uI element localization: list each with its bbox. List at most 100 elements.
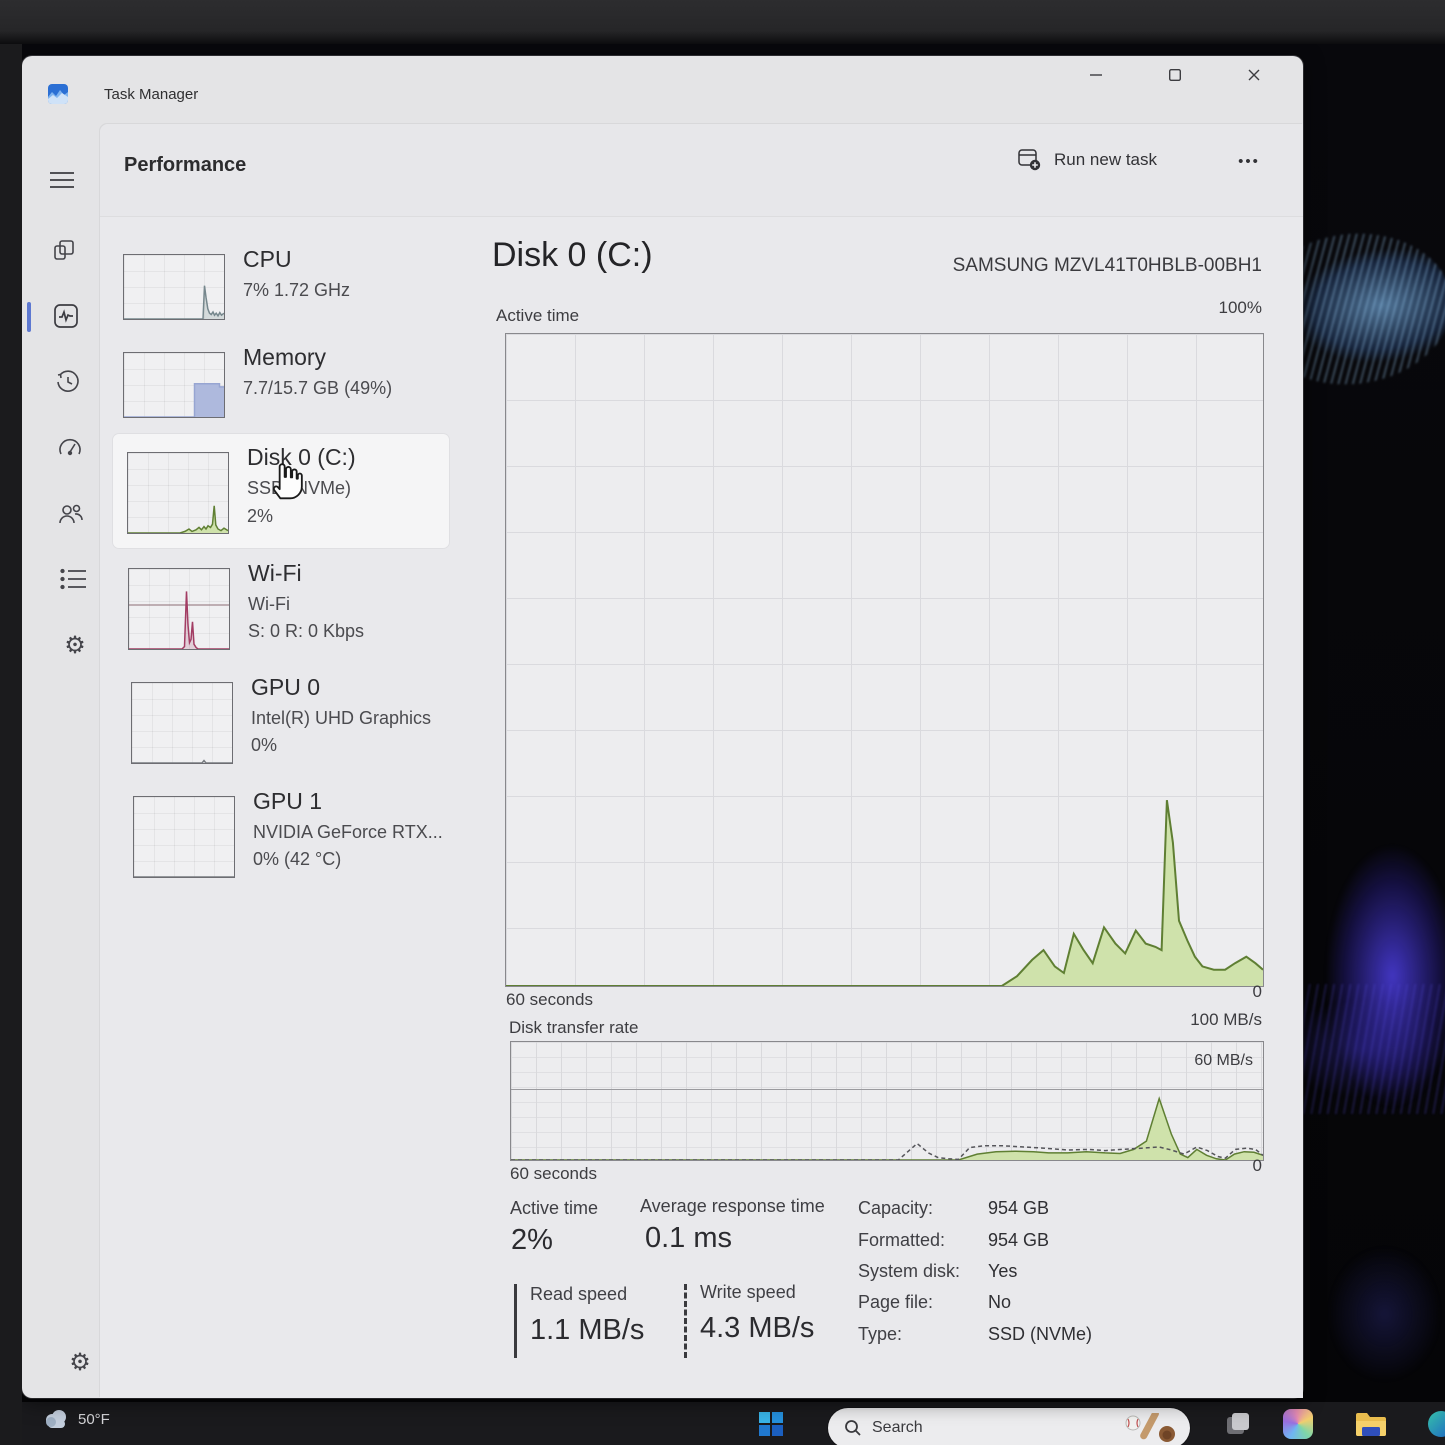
wallpaper-glow-lower [1302,1214,1445,1414]
weather-widget[interactable]: 50°F [42,1408,110,1430]
perf-row-line: S: 0 R: 0 Kbps [248,621,364,642]
users-icon [58,501,84,527]
weather-temp: 50°F [78,1411,110,1428]
active-time-x-right: 0 [1062,982,1262,1002]
sidebar-item-processes[interactable] [46,232,82,268]
active-time-x-left: 60 seconds [506,990,593,1010]
write-speed-value: 4.3 MB/s [700,1312,814,1345]
detail-title: Disk 0 (C:) [492,236,653,275]
minimize-button[interactable] [1056,58,1135,92]
kv-label: System disk: [858,1261,960,1282]
disk-mini-chart [127,452,229,534]
kv-value: 954 GB [988,1230,1049,1251]
perf-row-line: 7% 1.72 GHz [243,280,350,301]
read-speed-label: Read speed [530,1284,627,1305]
details-list-icon [60,568,86,590]
performance-icon [53,303,79,329]
kv-value: 954 GB [988,1198,1049,1219]
perf-row-line: Wi-Fi [248,594,290,615]
navigation-menu-button[interactable] [44,162,80,198]
edge-icon[interactable] [1426,1409,1445,1439]
write-speed-legend-bar [684,1284,687,1358]
gpu0-mini-chart [131,682,233,764]
read-speed-value: 1.1 MB/s [530,1314,644,1347]
run-new-task-icon [1018,149,1042,171]
perf-row-line: 7.7/15.7 GB (49%) [243,378,392,399]
sidebar-item-performance[interactable] [48,298,84,334]
sidebar-item-users[interactable] [53,496,89,532]
history-clock-icon [55,369,81,395]
perf-row-line: 2% [247,506,273,527]
task-view-icon[interactable] [1223,1409,1253,1439]
active-time-axis-label: Active time [496,306,579,326]
page-title: Performance [124,154,246,177]
maximize-button[interactable] [1135,58,1214,92]
sidebar-item-services[interactable]: ⚙ [57,627,93,663]
perf-row-line: SSD (NVMe) [247,478,351,499]
file-explorer-icon[interactable] [1354,1409,1388,1439]
wifi-mini-chart [128,568,230,650]
perf-row-line: 0% (42 °C) [253,849,341,870]
selected-indicator [27,302,31,332]
start-button[interactable] [758,1411,784,1437]
response-time-stat-label: Average response time [640,1196,825,1217]
kv-value: Yes [988,1261,1017,1282]
desktop-screen: 50°F Search [22,44,1445,1445]
perf-row-line: Intel(R) UHD Graphics [251,708,431,729]
content-card: Performance Run new task ••• CPU 7% 1.72… [100,124,1303,1398]
monitor-bezel [0,0,1445,44]
response-time-stat-value: 0.1 ms [645,1222,732,1255]
settings-gear-icon: ⚙ [69,1348,91,1377]
perf-row-line: 0% [251,735,277,756]
sidebar-item-app-history[interactable] [50,364,86,400]
services-gear-icon: ⚙ [64,631,86,660]
perf-row-title: Memory [243,344,326,371]
processes-icon [52,238,76,262]
close-button[interactable] [1214,58,1293,92]
gpu1-mini-chart [133,796,235,878]
transfer-rate-chart: 60 MB/s [510,1041,1264,1161]
run-new-task-label: Run new task [1054,150,1157,170]
hamburger-icon [50,171,74,189]
photo-canvas: 50°F Search [0,0,1445,1445]
active-time-chart [505,333,1264,987]
run-new-task-button[interactable]: Run new task [1002,138,1173,182]
gauge-icon [57,435,83,461]
read-speed-legend-bar [514,1284,517,1358]
transfer-rate-axis-label: Disk transfer rate [509,1018,638,1038]
copilot-icon[interactable] [1283,1409,1313,1439]
transfer-x-left: 60 seconds [510,1164,597,1184]
task-manager-logo [48,84,68,104]
active-time-stat-value: 2% [511,1224,553,1257]
search-highlight-baseball-icon [1124,1413,1176,1443]
perf-row-title: Wi-Fi [248,560,302,587]
perf-row-title: Disk 0 (C:) [247,444,356,471]
kv-label: Capacity: [858,1198,933,1219]
active-time-ymax: 100% [1062,298,1262,318]
weather-cloud-icon [42,1408,70,1430]
sidebar-item-details[interactable] [55,561,91,597]
more-options-button[interactable]: ••• [1226,144,1272,178]
kv-label: Formatted: [858,1230,945,1251]
search-icon [844,1419,862,1437]
kv-label: Type: [858,1324,902,1345]
kv-label: Page file: [858,1292,933,1313]
perf-row-title: GPU 0 [251,674,320,701]
settings-button[interactable]: ⚙ [62,1344,98,1380]
disk-model: SAMSUNG MZVL41T0HBLB-00BH1 [700,255,1262,277]
active-time-stat-label: Active time [510,1198,598,1219]
task-manager-window: Task Manager [22,56,1303,1398]
search-box[interactable]: Search [828,1408,1190,1445]
cpu-mini-chart [123,254,225,320]
window-controls [1056,58,1293,92]
write-speed-label: Write speed [700,1282,796,1303]
transfer-x-right: 0 [1062,1156,1262,1176]
taskbar: 50°F Search [22,1402,1445,1445]
sidebar-item-startup-apps[interactable] [52,430,88,466]
search-placeholder: Search [872,1419,923,1437]
perf-row-line: NVIDIA GeForce RTX... [253,822,443,843]
perf-row-title: GPU 1 [253,788,322,815]
kv-value: No [988,1292,1011,1313]
memory-mini-chart [123,352,225,418]
perf-row-title: CPU [243,246,292,273]
